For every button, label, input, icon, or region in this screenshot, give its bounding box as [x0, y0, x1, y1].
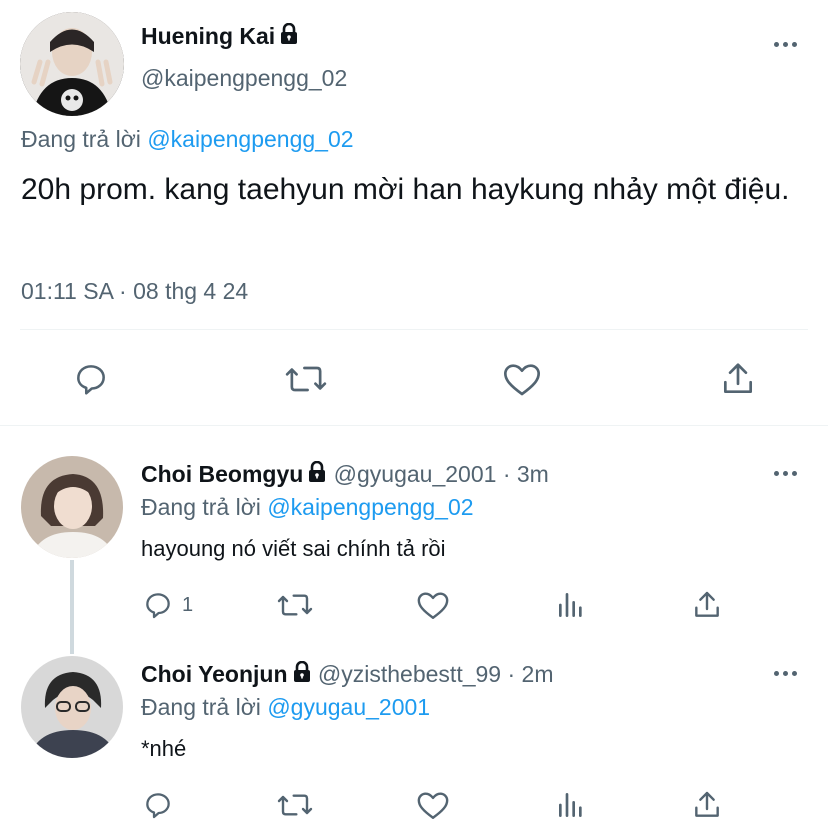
author-name-text: Huening Kai: [141, 23, 276, 49]
avatar-huening-kai[interactable]: [20, 12, 124, 116]
reply-header: Choi Yeonjun @yzisthebestt_99 · 2m: [141, 660, 553, 689]
like-icon: [417, 592, 449, 619]
reply-context-prefix: Đang trả lời: [21, 126, 141, 152]
like-button[interactable]: [502, 360, 542, 398]
like-icon: [504, 364, 540, 396]
reply-button[interactable]: [142, 789, 174, 821]
reply-context-prefix: Đang trả lời: [141, 694, 261, 720]
reply-author-handle[interactable]: @yzisthebestt_99: [318, 661, 501, 687]
reply-time[interactable]: · 2m: [507, 661, 553, 687]
reply-icon: [146, 593, 170, 619]
share-icon: [695, 791, 719, 817]
lock-icon: [307, 460, 327, 489]
reply-button[interactable]: 1: [142, 589, 193, 621]
views-icon: [559, 593, 582, 617]
retweet-button[interactable]: [276, 789, 314, 821]
share-button[interactable]: [719, 360, 757, 398]
tweet-timestamp[interactable]: 01:11 SA · 08 thg 4 24: [21, 278, 248, 305]
reply-icon: [77, 365, 105, 395]
section-divider: [0, 425, 828, 426]
thread-connector-line: [70, 560, 74, 654]
more-icon: [774, 42, 779, 47]
reply-mention-link[interactable]: @gyugau_2001: [267, 694, 430, 720]
reply-context-prefix: Đang trả lời: [141, 494, 261, 520]
share-button[interactable]: [691, 589, 723, 621]
reply-mention-link[interactable]: @kaipengpengg_02: [147, 126, 353, 152]
more-options-button[interactable]: [774, 471, 797, 476]
like-button[interactable]: [416, 589, 450, 621]
reply-context: Đang trả lời @kaipengpengg_02: [141, 494, 474, 521]
more-options-button[interactable]: [774, 671, 797, 676]
reply-context: Đang trả lời @gyugau_2001: [141, 694, 430, 721]
reply-button[interactable]: [72, 360, 110, 398]
views-button[interactable]: [555, 589, 587, 621]
share-icon: [695, 591, 719, 617]
author-name[interactable]: Huening Kai: [141, 22, 299, 51]
divider: [20, 329, 808, 330]
reply-author-name[interactable]: Choi Beomgyu: [141, 461, 303, 487]
views-button[interactable]: [555, 789, 587, 821]
reply-text: hayoung nó viết sai chính tả rồi: [141, 536, 446, 561]
share-button[interactable]: [691, 789, 723, 821]
retweet-icon: [285, 366, 327, 392]
avatar-choi-yeonjun[interactable]: [21, 656, 123, 758]
reply-mention-link[interactable]: @kaipengpengg_02: [267, 494, 473, 520]
avatar-choi-beomgyu[interactable]: [21, 456, 123, 558]
views-icon: [559, 793, 582, 817]
reply-author-name[interactable]: Choi Yeonjun: [141, 661, 288, 687]
more-icon: [774, 671, 779, 676]
reply-time[interactable]: · 3m: [503, 461, 549, 487]
retweet-button[interactable]: [276, 589, 314, 621]
lock-icon: [279, 22, 299, 51]
reply-icon: [146, 793, 170, 819]
reply-count: 1: [182, 593, 194, 616]
more-options-button[interactable]: [774, 42, 797, 47]
more-icon: [774, 471, 779, 476]
reply-header: Choi Beomgyu @gyugau_2001 · 3m: [141, 460, 549, 489]
reply-author-handle[interactable]: @gyugau_2001: [334, 461, 497, 487]
reply-text: *nhé: [141, 736, 187, 761]
retweet-icon: [277, 794, 313, 816]
share-icon: [723, 363, 753, 394]
author-handle[interactable]: @kaipengpengg_02: [141, 65, 347, 92]
retweet-button[interactable]: [284, 360, 328, 398]
lock-icon: [292, 660, 312, 689]
like-icon: [417, 792, 449, 819]
reply-context: Đang trả lời @kaipengpengg_02: [21, 126, 354, 153]
tweet-text: 20h prom. kang taehyun mời han haykung n…: [21, 173, 790, 206]
like-button[interactable]: [416, 789, 450, 821]
retweet-icon: [277, 594, 313, 616]
